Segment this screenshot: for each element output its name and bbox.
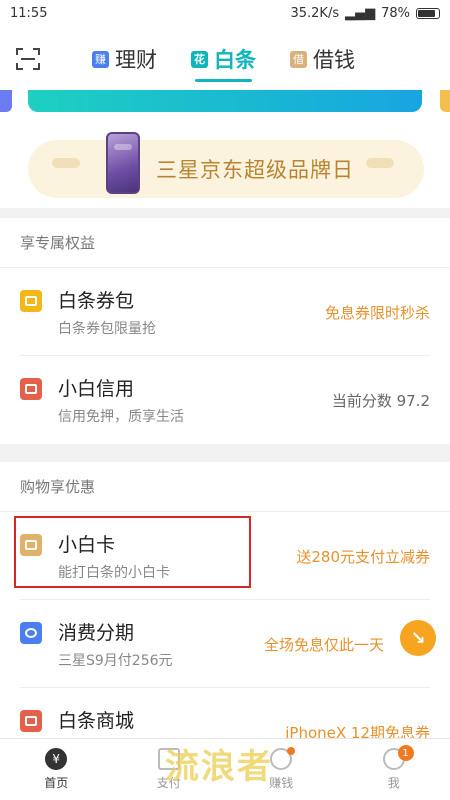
phone-image xyxy=(106,132,140,194)
item-promo: 免息券限时秒杀 xyxy=(324,304,430,322)
item-title: 小白信用 xyxy=(58,378,135,400)
coupon-bag-icon xyxy=(20,290,42,312)
section-title: 享专属权益 xyxy=(0,218,450,268)
bottom-nav: ¥ 首页 支付 赚钱 1 我 流浪者 xyxy=(0,738,450,800)
signal-icon: ▂▄▆ xyxy=(345,5,376,21)
tab-label: 理财 xyxy=(115,48,157,72)
tab-label: 白条 xyxy=(214,48,256,72)
notification-count: 1 xyxy=(397,745,414,761)
tab-jieqian[interactable]: 借 借钱 xyxy=(290,42,355,76)
battery-percent: 78% xyxy=(381,5,410,21)
list-item-credit[interactable]: 小白信用 信用免押，质享生活 当前分数 97.2 xyxy=(20,356,430,444)
nav-home[interactable]: ¥ 首页 xyxy=(0,739,113,800)
scan-icon[interactable] xyxy=(16,48,40,70)
battery-icon xyxy=(416,7,440,19)
nav-label: 首页 xyxy=(44,776,69,790)
item-title: 白条商城 xyxy=(58,710,135,732)
benefits-section: 享专属权益 白条券包 白条券包限量抢 免息券限时秒杀 小白信用 信用免押，质享生… xyxy=(0,218,450,444)
item-subtitle: 白条券包限量抢 xyxy=(58,321,156,337)
nav-profile[interactable]: 1 我 xyxy=(338,739,450,800)
banner-area: 三星京东超级品牌日 xyxy=(0,90,450,208)
section-title: 购物享优惠 xyxy=(0,462,450,512)
list-item-installment[interactable]: 消费分期 三星S9月付256元 全场免息仅此一天 ↘ xyxy=(20,600,436,688)
network-speed: 35.2K/s xyxy=(290,5,340,21)
tab-licai[interactable]: 赚 理财 xyxy=(92,42,157,76)
credit-icon xyxy=(20,378,42,400)
clock-icon xyxy=(20,622,42,644)
promo-banner[interactable]: 三星京东超级品牌日 xyxy=(28,132,424,198)
status-time: 11:55 xyxy=(10,5,48,21)
highlight-box xyxy=(14,516,251,588)
carousel-card[interactable] xyxy=(28,90,422,112)
mall-icon xyxy=(20,710,42,732)
top-bar: 赚 理财 花 白条 借 借钱 xyxy=(0,26,450,90)
item-subtitle: 信用免押，质享生活 xyxy=(58,409,184,425)
promo-arrow-icon[interactable]: ↘ xyxy=(400,620,436,656)
shopping-section: 购物享优惠 小白卡 能打白条的小白卡 送280元支付立减券 消费分期 三星S9月… xyxy=(0,462,450,738)
item-promo: 送280元支付立减券 xyxy=(296,548,430,566)
item-promo: iPhoneX 12期免息券 xyxy=(285,724,430,738)
home-icon: ¥ xyxy=(45,748,68,770)
list-item-coupon[interactable]: 白条券包 白条券包限量抢 免息券限时秒杀 xyxy=(20,268,430,356)
earn-badge-icon: 赚 xyxy=(92,50,109,68)
promo-text: 三星京东超级品牌日 xyxy=(156,158,354,182)
nav-label: 我 xyxy=(387,776,400,790)
borrow-badge-icon: 借 xyxy=(290,50,307,68)
item-title: 消费分期 xyxy=(58,622,135,644)
tab-label: 借钱 xyxy=(313,48,355,72)
credit-score: 当前分数 97.2 xyxy=(331,392,430,410)
tab-baitiao[interactable]: 花 白条 xyxy=(191,42,256,82)
item-title: 白条券包 xyxy=(58,290,135,312)
item-promo: 全场免息仅此一天 xyxy=(263,636,384,654)
item-subtitle: 三星S9月付256元 xyxy=(58,653,173,669)
status-bar: 11:55 35.2K/s ▂▄▆ 78% xyxy=(0,0,450,26)
cloud-decoration xyxy=(52,158,80,168)
flower-badge-icon: 花 xyxy=(191,50,208,68)
watermark: 流浪者 xyxy=(165,747,273,787)
carousel-next-card[interactable] xyxy=(440,90,450,112)
carousel-prev-card[interactable] xyxy=(0,90,12,112)
notification-dot xyxy=(287,747,295,755)
list-item-mall[interactable]: 白条商城 iPhoneX 12期免息券 xyxy=(20,688,430,738)
cloud-decoration xyxy=(366,158,394,168)
